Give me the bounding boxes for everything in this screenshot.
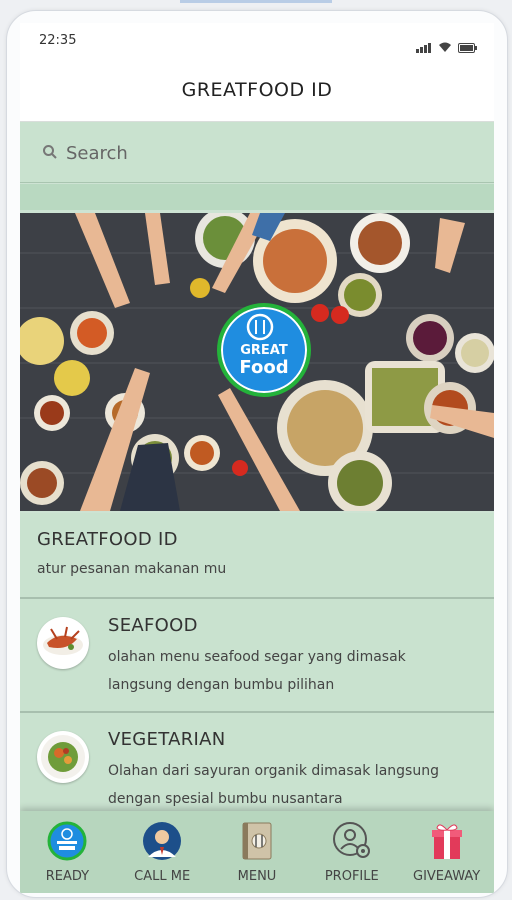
- page-title: GREATFOOD ID: [181, 79, 333, 101]
- salad-bowl-icon: [41, 735, 85, 779]
- nav-item-profile[interactable]: PROFILE: [304, 811, 399, 893]
- status-time: 22:35: [39, 33, 77, 48]
- seafood-thumbnail: [37, 617, 89, 669]
- status-icons: [416, 34, 478, 53]
- logo-text-bottom: Food: [239, 357, 289, 378]
- nav-item-call-me[interactable]: CALL ME: [115, 811, 210, 893]
- bottom-nav: READY CALL ME MENU PROFILE GIVEAWAY: [20, 811, 494, 893]
- profile-icon: [332, 822, 370, 858]
- category-item-vegetarian[interactable]: VEGETARIAN Olahan dari sayuran organik d…: [20, 713, 494, 827]
- app-screen: 22:35 GREATFOOD ID Search GREAT Food GRE…: [20, 23, 494, 893]
- divider-strip: [20, 184, 494, 210]
- nav-item-giveaway[interactable]: GIVEAWAY: [399, 811, 494, 893]
- nav-item-menu[interactable]: MENU: [210, 811, 305, 893]
- gift-icon: [431, 824, 462, 859]
- nav-label: GIVEAWAY: [413, 869, 481, 884]
- battery-icon: [458, 43, 477, 53]
- window-tab: [180, 0, 332, 3]
- restaurant-info: GREATFOOD ID atur pesanan makanan mu: [20, 513, 494, 599]
- menu-book-icon: [242, 822, 272, 860]
- search-icon: [43, 145, 57, 159]
- logo-text-top: GREAT: [240, 343, 288, 358]
- seafood-dish-icon: [43, 626, 83, 655]
- wifi-icon: [439, 42, 451, 52]
- signal-icon: [416, 34, 432, 53]
- greatfood-logo-icon: [47, 821, 87, 861]
- restaurant-name: GREATFOOD ID: [37, 529, 178, 550]
- search-bar[interactable]: [20, 122, 494, 183]
- waiter-icon: [143, 822, 182, 860]
- plate-utensils-icon: [246, 313, 274, 341]
- phone-frame: 22:35 GREATFOOD ID Search GREAT Food GRE…: [6, 10, 508, 898]
- nav-item-ready[interactable]: READY: [20, 811, 115, 893]
- search-input[interactable]: [64, 138, 468, 168]
- category-title: VEGETARIAN: [108, 729, 226, 750]
- category-description: olahan menu seafood segar yang dimasak l…: [108, 649, 406, 693]
- status-bar: 22:35: [20, 23, 494, 59]
- nav-label: PROFILE: [324, 869, 379, 884]
- nav-label: READY: [45, 869, 90, 884]
- vegetarian-thumbnail: [37, 731, 89, 783]
- greatfood-logo: GREAT Food: [217, 303, 311, 397]
- category-item-seafood[interactable]: SEAFOOD olahan menu seafood segar yang d…: [20, 599, 494, 713]
- category-title: SEAFOOD: [108, 615, 198, 636]
- nav-label: CALL ME: [134, 869, 191, 884]
- banner-image: GREAT Food: [20, 213, 494, 511]
- category-description: Olahan dari sayuran organik dimasak lang…: [108, 763, 439, 807]
- nav-label: MENU: [237, 869, 277, 884]
- app-bar: GREATFOOD ID: [20, 59, 494, 122]
- restaurant-tagline: atur pesanan makanan mu: [37, 561, 227, 577]
